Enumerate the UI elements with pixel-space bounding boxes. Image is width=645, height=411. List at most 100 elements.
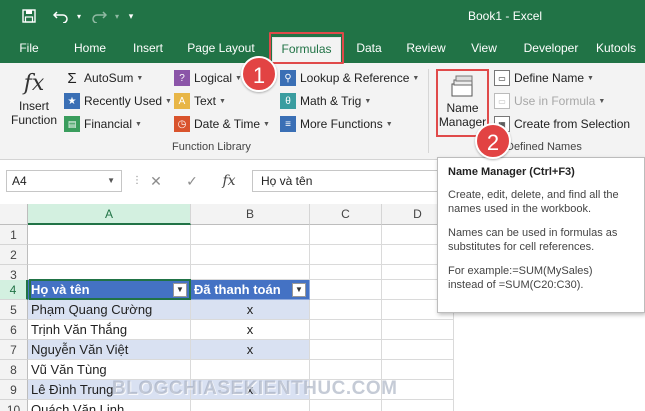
chevron-down-icon: ▼ — [263, 120, 270, 128]
cell[interactable] — [28, 265, 191, 280]
name-manager-tooltip: Name Manager (Ctrl+F3) Create, edit, del… — [437, 157, 645, 313]
watermark-text: BLOGCHIASEKIENTHUC.COM — [112, 378, 398, 399]
table-cell-paid[interactable]: x — [191, 340, 310, 360]
table-cell-name[interactable]: Trịnh Văn Thắng — [28, 320, 191, 340]
cell[interactable] — [310, 340, 382, 360]
table-cell-paid[interactable] — [191, 400, 310, 411]
chevron-down-icon: ▼ — [412, 74, 420, 82]
row-header-4[interactable]: 4 — [0, 280, 28, 300]
chevron-down-icon: ▼ — [219, 97, 226, 105]
define-name-icon: ▭ — [494, 70, 510, 86]
tab-data[interactable]: Data — [350, 39, 388, 63]
tab-kutools[interactable]: Kutools — [596, 39, 645, 63]
enter-icon[interactable]: ✓ — [182, 170, 202, 192]
recently-used-label: Recently Used — [84, 94, 163, 108]
logical-button[interactable]: ? Logical ▼ — [174, 68, 242, 88]
undo-dropdown-icon[interactable]: ▾ — [68, 6, 90, 26]
cell[interactable] — [310, 245, 382, 265]
group-separator — [428, 69, 429, 153]
table-cell-paid[interactable]: x — [191, 320, 310, 340]
tab-developer[interactable]: Developer — [518, 39, 584, 63]
tab-home[interactable]: Home — [66, 39, 114, 63]
text-label: Text — [194, 94, 217, 108]
cell[interactable] — [310, 400, 382, 411]
row-header-9[interactable]: 9 — [0, 380, 28, 400]
math-trig-button[interactable]: θ Math & Trig ▼ — [280, 91, 371, 111]
cancel-icon[interactable]: ✕ — [146, 170, 166, 192]
row-header-8[interactable]: 8 — [0, 360, 28, 380]
step-badge-1: 1 — [241, 56, 277, 92]
table-cell-name[interactable]: Quách Văn Linh — [28, 400, 191, 411]
create-from-selection-button[interactable]: ▦ Create from Selection — [494, 114, 630, 134]
chevron-down-icon: ▼ — [364, 97, 372, 105]
table-cell-name[interactable]: Phạm Quang Cường — [28, 300, 191, 320]
table-cell-name[interactable]: Vũ Văn Tùng — [28, 360, 191, 380]
tab-insert[interactable]: Insert — [124, 39, 172, 63]
customize-qat-icon[interactable]: ▾ — [120, 6, 142, 26]
column-header-c[interactable]: C — [310, 204, 382, 225]
tooltip-title: Name Manager (Ctrl+F3) — [448, 166, 575, 178]
cell[interactable] — [310, 280, 382, 300]
row-header-7[interactable]: 7 — [0, 340, 28, 360]
title-bar: ▾ ▾ ▾ Book1 - Excel — [0, 0, 645, 33]
tab-file[interactable]: File — [12, 39, 46, 63]
formulas-tab-highlight — [269, 32, 344, 64]
autosum-button[interactable]: Σ AutoSum ▼ — [64, 68, 143, 88]
tab-view[interactable]: View — [464, 39, 504, 63]
recently-used-button[interactable]: ★ Recently Used ▼ — [64, 91, 172, 111]
cell[interactable] — [28, 245, 191, 265]
cell[interactable] — [191, 225, 310, 245]
financial-button[interactable]: ▤ Financial ▼ — [64, 114, 142, 134]
chevron-down-icon: ▼ — [598, 97, 606, 105]
lookup-book-icon: ⚲ — [280, 70, 296, 86]
select-all-corner[interactable] — [0, 204, 28, 225]
tooltip-example-1: For example:=SUM(MySales) — [448, 265, 593, 277]
more-functions-button[interactable]: ≡ More Functions ▼ — [280, 114, 393, 134]
math-book-icon: θ — [280, 93, 296, 109]
row-header-5[interactable]: 5 — [0, 300, 28, 320]
active-cell-border — [29, 279, 191, 300]
insert-function-fx-icon[interactable]: fx — [218, 170, 240, 192]
column-header-a[interactable]: A — [28, 204, 191, 225]
cell[interactable] — [191, 265, 310, 280]
table-header-paid[interactable]: Đã thanh toán ▼ — [191, 280, 310, 300]
row-header-6[interactable]: 6 — [0, 320, 28, 340]
use-in-formula-label: Use in Formula — [514, 94, 596, 108]
table-cell-paid[interactable]: x — [191, 300, 310, 320]
define-name-button[interactable]: ▭ Define Name ▼ — [494, 68, 594, 88]
cell[interactable] — [382, 320, 454, 340]
cell[interactable] — [310, 320, 382, 340]
lookup-reference-button[interactable]: ⚲ Lookup & Reference ▼ — [280, 68, 419, 88]
filter-dropdown-icon[interactable]: ▼ — [292, 283, 306, 297]
cell[interactable] — [191, 245, 310, 265]
more-book-icon: ≡ — [280, 116, 296, 132]
cell[interactable] — [382, 400, 454, 411]
cell[interactable] — [310, 225, 382, 245]
date-time-label: Date & Time — [194, 117, 261, 131]
cell[interactable] — [310, 300, 382, 320]
name-box[interactable]: A4 ▼ — [6, 170, 122, 192]
date-time-button[interactable]: ◷ Date & Time ▼ — [174, 114, 270, 134]
cell[interactable] — [382, 340, 454, 360]
use-in-formula-button[interactable]: ▭ Use in Formula ▼ — [494, 91, 605, 111]
tab-review[interactable]: Review — [400, 39, 452, 63]
cell[interactable] — [310, 360, 382, 380]
cell[interactable] — [310, 265, 382, 280]
table-cell-name[interactable]: Nguyễn Văn Việt — [28, 340, 191, 360]
cell[interactable] — [28, 225, 191, 245]
row-header-1[interactable]: 1 — [0, 225, 28, 245]
row-header-2[interactable]: 2 — [0, 245, 28, 265]
cell[interactable] — [382, 360, 454, 380]
autosum-label: AutoSum — [84, 71, 134, 85]
text-button[interactable]: A Text ▼ — [174, 91, 226, 111]
group-label-defined-names: Defined Names — [506, 141, 582, 153]
column-header-b[interactable]: B — [191, 204, 310, 225]
insert-function-button[interactable]: fx Insert Function — [8, 69, 60, 139]
tooltip-example-2: instead of =SUM(C20:C30). — [448, 279, 584, 291]
row-header-10[interactable]: 10 — [0, 400, 28, 411]
tooltip-note: Names can be used in formulas as substit… — [448, 227, 618, 253]
table-cell-paid[interactable] — [191, 360, 310, 380]
save-icon[interactable] — [18, 6, 40, 26]
more-dots-icon: ⋮ — [132, 175, 142, 186]
logical-label: Logical — [194, 71, 233, 85]
